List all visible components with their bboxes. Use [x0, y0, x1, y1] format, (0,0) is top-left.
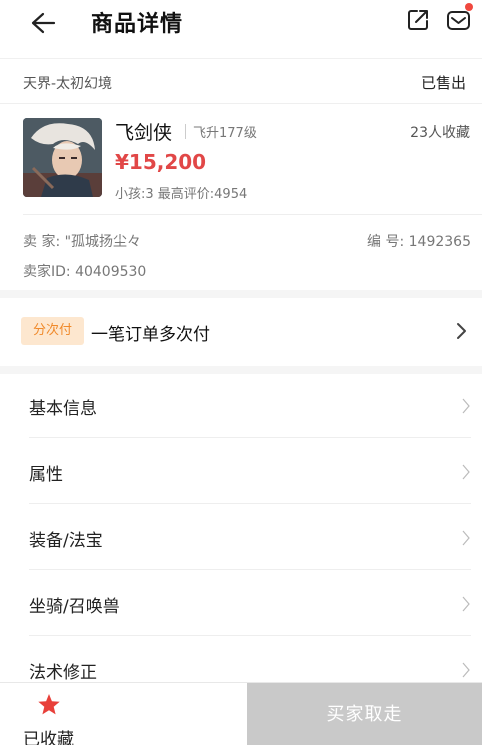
installment-row[interactable]: 分次付 一笔订单多次付 [0, 298, 482, 366]
bottom-bar: 已收藏 买家取走 [0, 682, 482, 745]
menu-item-label: 属性 [29, 465, 63, 485]
installment-tag: 分次付 [21, 317, 84, 345]
menu-item-attributes[interactable]: 属性 [0, 438, 482, 504]
price: ¥15,200 [115, 150, 207, 174]
top-bar: 商品详情 [0, 0, 482, 50]
share-icon[interactable] [406, 8, 430, 32]
status-badge: 已售出 [420, 74, 466, 92]
chevron-right-icon [462, 662, 470, 678]
arrow-left-icon[interactable] [30, 11, 56, 35]
star-icon [38, 694, 60, 715]
role-stats: 小孩:3 最高评价:4954 [115, 187, 248, 202]
chevron-right-icon [462, 398, 470, 414]
character-portrait-icon [23, 118, 102, 197]
installment-text: 一笔订单多次付 [91, 325, 210, 345]
menu-item-basic-info[interactable]: 基本信息 [0, 372, 482, 438]
chevron-right-icon [462, 596, 470, 612]
item-number: 编 号: 1492365 [367, 234, 471, 250]
divider [23, 214, 482, 215]
chevron-right-icon [462, 530, 470, 546]
favorite-label: 已收藏 [23, 730, 74, 745]
message-icon[interactable] [446, 8, 472, 32]
buy-button[interactable]: 买家取走 [247, 683, 482, 745]
role-divider [185, 124, 186, 139]
menu-item-label: 坐骑/召唤兽 [29, 597, 120, 617]
menu-item-label: 基本信息 [29, 399, 97, 419]
menu-item-equipment[interactable]: 装备/法宝 [0, 504, 482, 570]
role-level: 飞升177级 [193, 126, 257, 141]
seller-id: 卖家ID: 40409530 [23, 264, 147, 280]
seller-name: 卖 家: "孤城扬尘々 [23, 234, 142, 250]
role-name: 飞剑侠 [115, 122, 173, 144]
avatar [23, 118, 102, 197]
page-title: 商品详情 [91, 12, 184, 37]
menu-item-label: 法术修正 [29, 663, 97, 683]
favorite-count: 23人收藏 [410, 125, 470, 141]
chevron-right-icon [462, 464, 470, 480]
section-gap [0, 290, 482, 298]
menu-item-label: 装备/法宝 [29, 531, 103, 551]
notification-dot [465, 3, 473, 11]
favorite-button[interactable]: 已收藏 [0, 683, 247, 745]
server-row: 天界-太初幻境 已售出 [0, 58, 482, 104]
menu-item-mounts-pets[interactable]: 坐骑/召唤兽 [0, 570, 482, 636]
chevron-right-icon [457, 323, 466, 339]
server-name: 天界-太初幻境 [23, 76, 113, 92]
